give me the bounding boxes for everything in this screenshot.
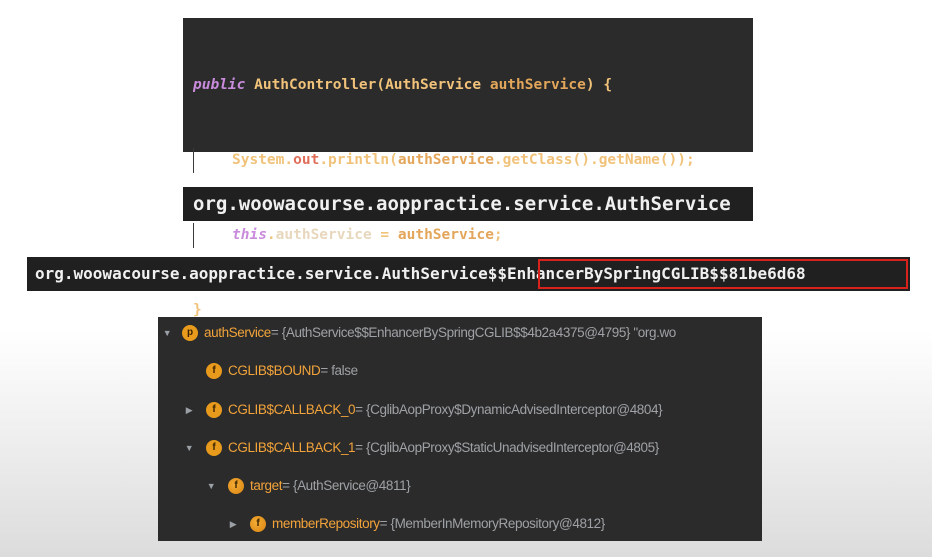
var-name: memberRepository	[272, 516, 380, 531]
expand-arrow-icon[interactable]: ▶	[182, 398, 196, 422]
var-name: CGLIB$BOUND	[228, 363, 321, 378]
collapse-arrow-icon[interactable]: ▼	[204, 474, 218, 498]
param-name: authService	[489, 77, 586, 93]
console-output-short: org.woowacourse.aoppractice.service.Auth…	[183, 187, 753, 221]
value-authservice: authService	[397, 227, 494, 243]
paren-close: ());	[659, 152, 695, 168]
code-line-2: System.out.println(authService.getClass(…	[193, 148, 743, 173]
out-field: out	[293, 152, 320, 168]
field-icon: f	[206, 363, 222, 379]
dot: .	[319, 152, 329, 168]
code-line-3: this.authService = authService;	[193, 223, 743, 248]
var-name: authService	[204, 325, 271, 340]
highlight-box	[538, 259, 908, 289]
code-line-1: public AuthController(AuthService authSe…	[193, 73, 743, 98]
constructor-name: AuthController(	[245, 77, 386, 93]
brace-close: }	[193, 302, 202, 318]
var-value: = {CglibAopProxy$DynamicAdvisedIntercept…	[355, 402, 663, 417]
debug-row-cglib-callback-0[interactable]: ▶ f CGLIB$CALLBACK_0 = {CglibAopProxy$Dy…	[182, 398, 663, 422]
brace-open: ) {	[585, 77, 613, 93]
debug-row-cglib-callback-1[interactable]: ▼ f CGLIB$CALLBACK_1 = {CglibAopProxy$St…	[182, 436, 659, 460]
debug-row-authservice[interactable]: ▼ p authService = {AuthService$$Enhancer…	[160, 321, 676, 345]
getname-method: getName	[598, 152, 660, 168]
println-method: println	[328, 152, 390, 168]
param-type: AuthService	[385, 77, 482, 93]
debug-row-cglib-bound[interactable]: f CGLIB$BOUND = false	[206, 359, 358, 383]
var-value: = false	[320, 363, 358, 378]
expand-arrow-icon[interactable]: ▼	[160, 321, 174, 345]
field-icon: f	[206, 440, 222, 456]
field-authservice: authService	[275, 227, 372, 243]
dot: .	[493, 152, 503, 168]
system-class: System.	[232, 152, 294, 168]
assign-op: =	[371, 227, 398, 243]
expand-arrow-icon[interactable]: ▶	[226, 512, 240, 536]
var-value: = {AuthService$$EnhancerBySpringCGLIB$$4…	[270, 325, 676, 340]
keyword-public: public	[193, 77, 246, 93]
var-value: = {CglibAopProxy$StaticUnadvisedIntercep…	[355, 440, 659, 455]
call-sep: ().	[572, 152, 599, 168]
var-value: = {MemberInMemoryRepository@4812}	[379, 516, 606, 531]
dot: .	[266, 227, 276, 243]
debug-row-target[interactable]: ▼ f target = {AuthService@4811}	[204, 474, 411, 498]
paren-open: (	[389, 152, 398, 168]
locked-field-icon: f	[250, 516, 266, 532]
keyword-this: this	[232, 227, 267, 243]
field-icon: f	[206, 402, 222, 418]
debugger-variables-panel: ▼ p authService = {AuthService$$Enhancer…	[158, 317, 762, 541]
parameter-icon: p	[182, 325, 198, 341]
arg-authservice: authService	[397, 152, 494, 168]
debug-row-member-repository[interactable]: ▶ f memberRepository = {MemberInMemoryRe…	[226, 512, 605, 536]
semicolon: ;	[493, 227, 503, 243]
var-name: CGLIB$CALLBACK_0	[228, 402, 356, 417]
output-class-name: org.woowacourse.aoppractice.service.Auth…	[35, 264, 488, 283]
var-name: CGLIB$CALLBACK_1	[228, 440, 356, 455]
code-editor: public AuthController(AuthService authSe…	[183, 18, 753, 318]
getclass-method: getClass	[502, 152, 573, 168]
locked-field-icon: f	[228, 478, 244, 494]
collapse-arrow-icon[interactable]: ▼	[182, 436, 196, 460]
var-name: target	[250, 478, 283, 493]
var-value: = {AuthService@4811}	[282, 478, 411, 493]
